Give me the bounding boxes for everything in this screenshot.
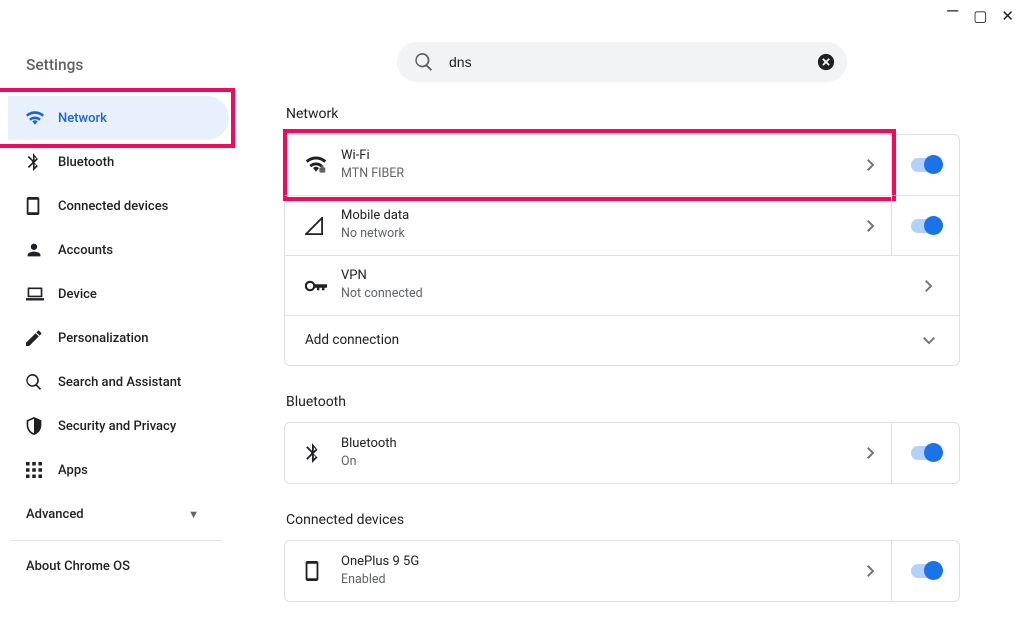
sidebar-item-security-privacy[interactable]: Security and Privacy [8,404,229,448]
sidebar-item-connected-devices[interactable]: Connected devices [8,184,229,228]
bluetooth-icon [305,443,341,463]
sidebar-item-label: Accounts [58,243,113,258]
search-bar[interactable] [397,42,847,82]
apps-icon [26,462,58,478]
add-connection-label: Add connection [305,332,917,350]
row-vpn[interactable]: VPN Not connected [285,255,959,315]
sidebar-item-label: Connected devices [58,199,168,214]
sidebar-item-label: Apps [58,463,88,478]
bluetooth-card: Bluetooth On [284,422,960,484]
sidebar-item-personalization[interactable]: Personalization [8,316,229,360]
sidebar-item-label: Search and Assistant [58,375,181,390]
person-icon [26,242,58,258]
wifi-toggle[interactable] [911,158,941,172]
chevron-right-icon [917,280,941,292]
sidebar-item-label: Personalization [58,331,149,346]
divider [10,540,222,541]
chevron-down-icon [917,337,941,345]
bluetooth-icon [26,153,58,171]
phone-icon [305,561,341,581]
row-title: Wi-Fi [341,148,859,165]
maximize-button[interactable]: ▢ [973,7,987,25]
row-title: OnePlus 9 5G [341,554,859,571]
clear-search-button[interactable] [815,51,837,73]
sidebar-item-search-assistant[interactable]: Search and Assistant [8,360,229,404]
row-add-connection[interactable]: Add connection [285,315,959,365]
sidebar-item-label: Device [58,287,97,302]
about-label: About Chrome OS [26,559,130,574]
row-title: Bluetooth [341,436,859,453]
network-card: Wi-Fi MTN FIBER Mobile data No network [284,134,960,366]
chevron-right-icon [859,159,883,171]
mobile-signal-icon [305,217,341,235]
row-title: VPN [341,268,917,285]
sidebar-item-label: Bluetooth [58,155,114,170]
section-title-connected: Connected devices [286,512,960,528]
row-subtitle: MTN FIBER [341,165,859,183]
device-icon [26,197,58,215]
chevron-right-icon [859,565,883,577]
advanced-label: Advanced [26,507,84,522]
row-subtitle: No network [341,225,859,243]
chevron-down-icon: ▼ [188,508,199,521]
main-content: Network Wi-Fi MTN FIBER [236,34,1024,629]
minimize-button[interactable]: — [946,2,959,22]
pencil-icon [26,330,58,346]
sidebar-item-accounts[interactable]: Accounts [8,228,229,272]
sidebar-item-network[interactable]: Network [8,96,229,140]
shield-icon [26,417,58,435]
vpn-key-icon [305,280,341,292]
connected-card: OnePlus 9 5G Enabled [284,540,960,602]
close-button[interactable]: ✕ [1001,7,1014,25]
laptop-icon [26,287,58,301]
row-bluetooth[interactable]: Bluetooth On [285,423,959,483]
chevron-right-icon [859,447,883,459]
sidebar-about[interactable]: About Chrome OS [8,545,236,574]
bluetooth-toggle[interactable] [911,446,941,460]
mobile-toggle[interactable] [911,219,941,233]
sidebar-item-label: Security and Privacy [58,419,176,434]
chevron-right-icon [859,220,883,232]
row-title: Mobile data [341,208,859,225]
sidebar-advanced[interactable]: Advanced ▼ [8,492,229,536]
sidebar-item-apps[interactable]: Apps [8,448,229,492]
row-subtitle: On [341,453,859,471]
section-title-network: Network [286,106,960,122]
window-controls: — ▢ ✕ [946,6,1014,26]
search-icon [26,374,58,390]
row-subtitle: Enabled [341,571,859,589]
sidebar-item-bluetooth[interactable]: Bluetooth [8,140,229,184]
search-icon [415,53,439,71]
wifi-secure-icon [305,156,341,174]
sidebar-item-device[interactable]: Device [8,272,229,316]
row-connected-phone[interactable]: OnePlus 9 5G Enabled [285,541,959,601]
sidebar-item-label: Network [58,111,107,126]
wifi-icon [26,111,58,125]
row-wifi[interactable]: Wi-Fi MTN FIBER [285,135,959,195]
section-title-bluetooth: Bluetooth [286,394,960,410]
sidebar: Settings Network Bluetooth Connected dev… [0,34,236,629]
search-input[interactable] [439,54,815,70]
row-subtitle: Not connected [341,285,917,303]
row-mobile-data[interactable]: Mobile data No network [285,195,959,255]
connected-toggle[interactable] [911,564,941,578]
